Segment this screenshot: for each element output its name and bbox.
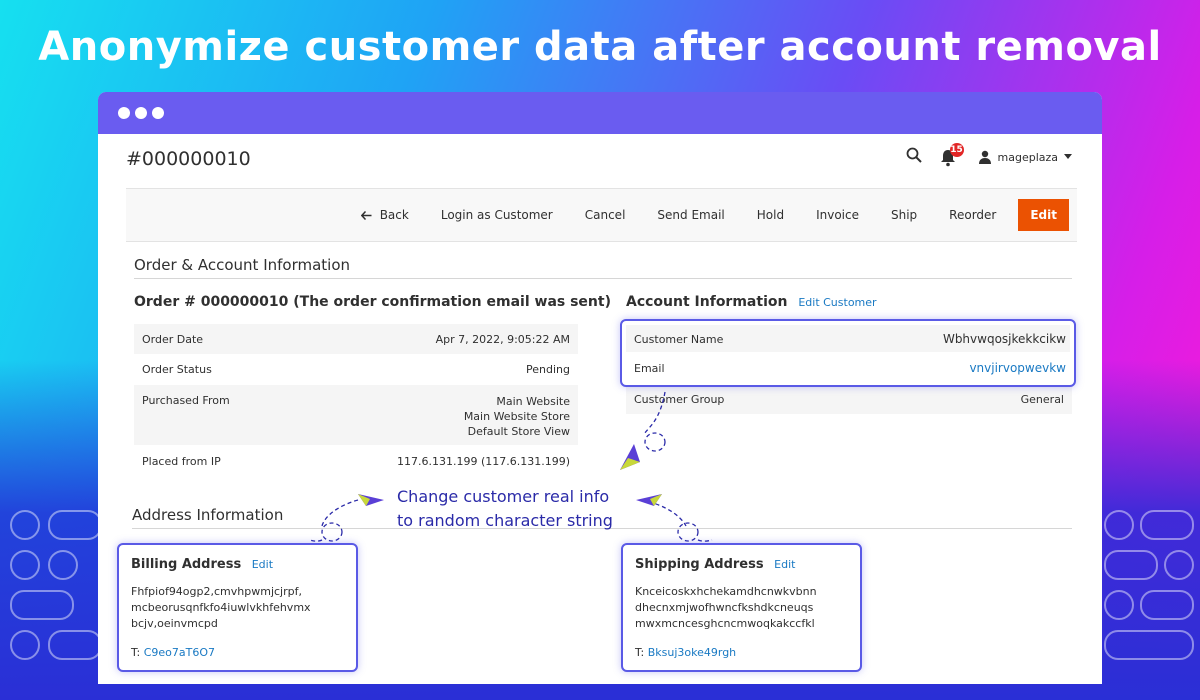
billing-line-1: Fhfpiof94ogp2,cmvhpwmjcjrpf, (131, 585, 302, 598)
account-info-label: Account Information (626, 294, 788, 310)
order-action-bar: Back Login as Customer Cancel Send Email… (126, 188, 1077, 242)
account-info-title: Account Information Edit Customer (626, 294, 877, 310)
edit-order-button[interactable]: Edit (1018, 199, 1069, 231)
page-title: #000000010 (126, 148, 251, 170)
email-row: Email vnvjirvopwevkw (626, 354, 1070, 381)
shipping-address-title: Shipping Address Edit (635, 557, 848, 572)
billing-phone-link[interactable]: C9eo7aT6O7 (144, 646, 215, 659)
hero-title: Anonymize customer data after account re… (38, 24, 1162, 70)
shipping-edit-link[interactable]: Edit (774, 558, 795, 571)
customer-group-value: General (1020, 393, 1064, 406)
window-titlebar (98, 92, 1102, 134)
order-info-title: Order # 000000010 (The order confirmatio… (134, 294, 611, 310)
decorative-pills-right (1100, 510, 1200, 700)
login-as-customer-button[interactable]: Login as Customer (425, 208, 569, 222)
billing-phone: T: C9eo7aT6O7 (131, 646, 344, 659)
callout-line-1: Change customer real info (397, 487, 610, 506)
customer-group-label: Customer Group (634, 393, 725, 406)
ship-button[interactable]: Ship (875, 208, 933, 222)
window-dot-1[interactable] (118, 107, 130, 119)
table-row: Order Date Apr 7, 2022, 9:05:22 AM (134, 324, 578, 354)
purchased-from-value: Main Website Main Website Store Default … (291, 385, 578, 445)
invoice-button[interactable]: Invoice (800, 208, 875, 222)
placed-from-ip-value: 117.6.131.199 (117.6.131.199) (396, 455, 570, 468)
window-dot-2[interactable] (135, 107, 147, 119)
hold-button[interactable]: Hold (741, 208, 800, 222)
email-label: Email (634, 362, 665, 375)
section-divider (134, 278, 1072, 279)
billing-address-title: Billing Address Edit (131, 557, 344, 572)
shipping-line-3: mwxmcncesghcncmwoqkakccfkl (635, 617, 815, 630)
billing-line-3: bcjv,oeinvmcpd (131, 617, 218, 630)
purchased-from-view: Default Store View (467, 425, 570, 438)
order-date-label: Order Date (142, 333, 204, 346)
decorative-pills-left (0, 510, 102, 700)
shipping-phone-link[interactable]: Bksuj3oke49rgh (648, 646, 736, 659)
customer-info-highlight: Customer Name Wbhvwqosjkekkcikw Email vn… (620, 319, 1076, 387)
table-row: Placed from IP 117.6.131.199 (117.6.131.… (134, 445, 578, 476)
purchased-from-label: Purchased From (142, 394, 230, 407)
username: mageplaza (997, 150, 1059, 164)
table-row: Purchased From Main Website Main Website… (134, 385, 578, 445)
window-dot-3[interactable] (152, 107, 164, 119)
purchased-from-store: Main Website Store (463, 410, 570, 423)
shipping-line-2: dhecnxmjwofhwncfkshdkcneuqs (635, 601, 814, 614)
shipping-address-label: Shipping Address (635, 557, 764, 572)
customer-name-row: Customer Name Wbhvwqosjkekkcikw (626, 325, 1070, 352)
customer-name-value: Wbhvwqosjkekkcikw (942, 332, 1066, 346)
reorder-button[interactable]: Reorder (933, 208, 1012, 222)
header-tools: 15 mageplaza (906, 143, 1072, 170)
purchased-from-website: Main Website (496, 395, 570, 408)
search-icon[interactable] (906, 147, 922, 167)
email-value-link[interactable]: vnvjirvopwevkw (969, 361, 1066, 375)
user-icon (978, 150, 991, 164)
notification-count-badge: 15 (949, 143, 964, 157)
billing-address-lines: Fhfpiof94ogp2,cmvhpwmjcjrpf, mcbeorusqnf… (131, 584, 344, 632)
billing-address-card: Billing Address Edit Fhfpiof94ogp2,cmvhp… (117, 543, 358, 672)
billing-phone-label: T: (131, 646, 141, 659)
user-menu[interactable]: mageplaza (978, 150, 1072, 164)
order-status-value: Pending (526, 363, 570, 376)
shipping-phone: T: Bksuj3oke49rgh (635, 646, 848, 659)
cancel-button[interactable]: Cancel (569, 208, 642, 222)
customer-group-row: Customer Group General (626, 384, 1072, 414)
shipping-line-1: Knceicoskxhchekamdhcnwkvbnn (635, 585, 817, 598)
back-label: Back (379, 208, 409, 222)
caret-down-icon (1064, 154, 1072, 159)
shipping-address-card: Shipping Address Edit Knceicoskxhchekamd… (621, 543, 862, 672)
back-button[interactable]: Back (345, 208, 425, 222)
order-info-table: Order Date Apr 7, 2022, 9:05:22 AM Order… (134, 324, 578, 476)
order-account-section-title: Order & Account Information (134, 256, 351, 274)
billing-address-label: Billing Address (131, 557, 242, 572)
callout-line-2: to random character string (397, 511, 613, 530)
callout-text: Change customer real info to random char… (397, 485, 613, 533)
table-row: Order Status Pending (134, 354, 578, 385)
edit-customer-link[interactable]: Edit Customer (798, 296, 876, 309)
billing-edit-link[interactable]: Edit (252, 558, 273, 571)
placed-from-ip-label: Placed from IP (142, 455, 221, 468)
shipping-address-lines: Knceicoskxhchekamdhcnwkvbnn dhecnxmjwofh… (635, 584, 848, 632)
billing-line-2: mcbeorusqnfkfo4iuwlvkhfehvmx (131, 601, 311, 614)
send-email-button[interactable]: Send Email (641, 208, 740, 222)
order-status-label: Order Status (142, 363, 212, 376)
order-date-value: Apr 7, 2022, 9:05:22 AM (435, 333, 570, 346)
notifications-button[interactable]: 15 (940, 143, 964, 167)
address-section-title: Address Information (132, 506, 284, 524)
shipping-phone-label: T: (635, 646, 645, 659)
arrow-left-icon (360, 210, 372, 221)
customer-name-label: Customer Name (634, 333, 724, 346)
